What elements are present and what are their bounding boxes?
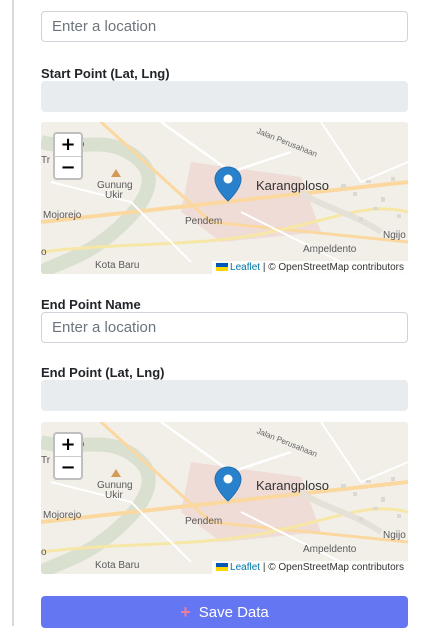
map-label-ukir: Ukir: [105, 490, 123, 501]
map-label-kota-baru: Kota Baru: [95, 260, 140, 271]
leaflet-link[interactable]: Leaflet: [230, 262, 260, 273]
start-point-map[interactable]: ejo Tr Gunung Ukir Karangploso Mojorejo …: [41, 122, 408, 274]
end-point-label: End Point (Lat, Lng): [41, 365, 165, 380]
map-label-kota-baru: Kota Baru: [95, 560, 140, 571]
map-zoom-control: + −: [53, 132, 83, 180]
zoom-in-button[interactable]: +: [55, 134, 81, 157]
location-marker-icon[interactable]: [214, 466, 242, 502]
location-marker-icon[interactable]: [214, 166, 242, 202]
map-label-o: o: [41, 247, 47, 258]
leaflet-link[interactable]: Leaflet: [230, 562, 260, 573]
map-label-ngijo: Ngijo: [383, 530, 406, 541]
start-point-name-input[interactable]: [41, 11, 408, 42]
map-label-ukir: Ukir: [105, 190, 123, 201]
map-label-pendem: Pendem: [185, 516, 223, 527]
map-label-mojorejo: Mojorejo: [43, 210, 82, 221]
map-zoom-control: + −: [53, 432, 83, 480]
save-data-label: Save Data: [198, 603, 269, 621]
save-data-button[interactable]: + Save Data: [41, 596, 408, 628]
zoom-out-button[interactable]: −: [55, 157, 81, 179]
end-point-map[interactable]: ejo Tr Gunung Ukir Karangploso Mojorejo …: [41, 422, 408, 574]
end-point-name-input[interactable]: [41, 312, 408, 343]
start-point-latlng-field[interactable]: [41, 81, 408, 112]
end-point-name-label: End Point Name: [41, 297, 141, 312]
map-attribution: Leaflet | © OpenStreetMap contributors: [212, 561, 408, 574]
ukraine-flag-icon: [216, 563, 229, 572]
map-label-t-rejo: Tr: [41, 155, 51, 166]
map-label-karangploso: Karangploso: [256, 478, 329, 493]
sidebar-divider: [12, 0, 14, 626]
map-label-pendem: Pendem: [185, 216, 223, 227]
map-label-mojorejo: Mojorejo: [43, 510, 82, 521]
map-label-ampeldento: Ampeldento: [303, 544, 357, 555]
map-label-ngijo: Ngijo: [383, 230, 406, 241]
start-point-label: Start Point (Lat, Lng): [41, 66, 170, 81]
end-point-latlng-field[interactable]: [41, 380, 408, 411]
map-attribution: Leaflet | © OpenStreetMap contributors: [212, 261, 408, 274]
map-label-karangploso: Karangploso: [256, 178, 329, 193]
map-label-o: o: [41, 547, 47, 558]
plus-icon: +: [180, 602, 191, 622]
ukraine-flag-icon: [216, 263, 229, 272]
osm-attribution-text: | © OpenStreetMap contributors: [260, 262, 404, 273]
zoom-in-button[interactable]: +: [55, 434, 81, 457]
map-label-ampeldento: Ampeldento: [303, 244, 357, 255]
zoom-out-button[interactable]: −: [55, 457, 81, 479]
osm-attribution-text: | © OpenStreetMap contributors: [260, 562, 404, 573]
map-label-t-rejo: Tr: [41, 455, 51, 466]
